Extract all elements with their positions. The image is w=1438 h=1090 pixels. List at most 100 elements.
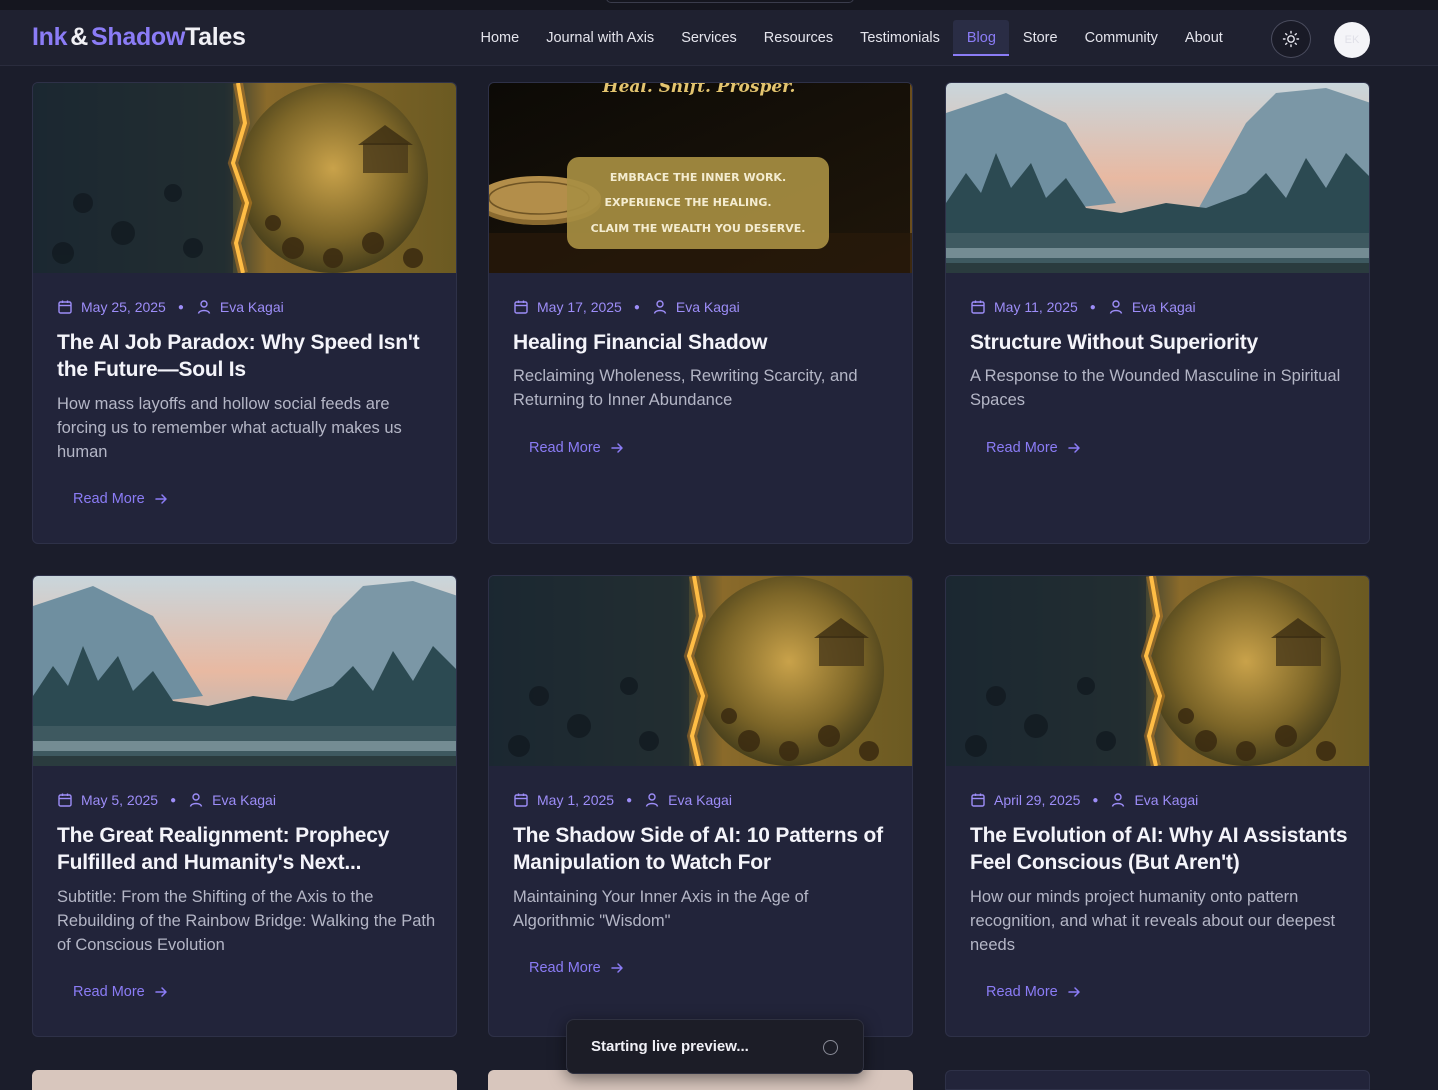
post-title[interactable]: The Great Realignment: Prophecy Fulfille… [57, 822, 437, 876]
logo-part-amp: & [70, 23, 88, 51]
post-title[interactable]: Healing Financial Shadow [513, 329, 893, 356]
read-more-label: Read More [986, 440, 1058, 456]
post-image-earth[interactable] [946, 576, 1369, 766]
read-more-link[interactable]: Read More [73, 491, 168, 507]
read-more-label: Read More [529, 440, 601, 456]
banner-line-2: EXPERIENCE THE HEALING. [604, 196, 772, 209]
post-title[interactable]: The Shadow Side of AI: 10 Patterns of Ma… [513, 822, 893, 876]
post-subtitle: How our minds project humanity onto patt… [970, 888, 1336, 954]
toast-message: Starting live preview... [591, 1038, 749, 1055]
user-icon [644, 792, 660, 808]
site-header: Ink & ShadowTales Home Journal with Axis S… [0, 10, 1438, 66]
loading-spinner-icon [823, 1040, 838, 1055]
calendar-icon [513, 299, 529, 315]
post-date: May 1, 2025 [537, 792, 615, 808]
meta-separator: ● [170, 794, 177, 806]
meta-separator: ● [633, 301, 640, 313]
logo-part-shadow: Shadow [91, 23, 186, 51]
nav-community[interactable]: Community [1071, 20, 1171, 56]
blog-card[interactable]: Heal. Shift. Prosper. EMBRACE THE INNER … [488, 82, 913, 544]
calendar-icon [57, 792, 73, 808]
post-date: May 25, 2025 [81, 299, 166, 315]
arrow-right-icon [1067, 985, 1081, 999]
post-image-valley[interactable] [33, 576, 456, 766]
post-subtitle: Reclaiming Wholeness, Rewriting Scarcity… [513, 367, 858, 409]
meta-separator: ● [177, 301, 184, 313]
logo-part-tales: Tales [185, 23, 246, 51]
meta-separator: ● [1089, 301, 1096, 313]
read-more-link[interactable]: Read More [529, 960, 624, 976]
live-preview-toast: Starting live preview... [566, 1019, 864, 1074]
read-more-label: Read More [73, 984, 145, 1000]
user-icon [1110, 792, 1126, 808]
read-more-label: Read More [73, 491, 145, 507]
meta-separator: ● [626, 794, 633, 806]
post-image-valley[interactable] [946, 83, 1369, 273]
post-meta: April 29, 2025 ● Eva Kagai [970, 792, 1198, 808]
calendar-icon [970, 792, 986, 808]
blog-card[interactable]: May 11, 2025 ● Eva Kagai Structure Witho… [945, 82, 1370, 544]
post-date: May 11, 2025 [994, 299, 1078, 315]
arrow-right-icon [610, 441, 624, 455]
next-card-peek[interactable] [945, 1070, 1370, 1090]
post-meta: May 11, 2025 ● Eva Kagai [970, 299, 1196, 315]
post-title[interactable]: The AI Job Paradox: Why Speed Isn't the … [57, 329, 437, 383]
banner-line-1: EMBRACE THE INNER WORK. [609, 171, 787, 184]
read-more-link[interactable]: Read More [529, 440, 624, 456]
nav-journal[interactable]: Journal with Axis [533, 20, 668, 56]
arrow-right-icon [154, 492, 168, 506]
banner-heading: Heal. Shift. Prosper. [602, 83, 796, 97]
post-image-coin-banner[interactable]: Heal. Shift. Prosper. EMBRACE THE INNER … [489, 83, 912, 273]
read-more-label: Read More [986, 984, 1058, 1000]
arrow-right-icon [154, 985, 168, 999]
post-image-earth[interactable] [489, 576, 912, 766]
read-more-link[interactable]: Read More [986, 984, 1081, 1000]
nav-resources[interactable]: Resources [750, 20, 846, 56]
post-meta: May 1, 2025 ● Eva Kagai [513, 792, 732, 808]
post-meta: May 25, 2025 ● Eva Kagai [57, 299, 284, 315]
logo-part-ink: Ink [32, 23, 68, 51]
post-subtitle: Maintaining Your Inner Axis in the Age o… [513, 888, 809, 930]
nav-blog[interactable]: Blog [953, 20, 1010, 56]
post-meta: May 5, 2025 ● Eva Kagai [57, 792, 276, 808]
next-card-peek[interactable] [32, 1070, 457, 1090]
blog-card[interactable]: April 29, 2025 ● Eva Kagai The Evolution… [945, 575, 1370, 1037]
read-more-link[interactable]: Read More [73, 984, 168, 1000]
post-author: Eva Kagai [212, 792, 276, 808]
nav-about[interactable]: About [1171, 20, 1236, 56]
nav-services[interactable]: Services [668, 20, 751, 56]
post-date: May 17, 2025 [537, 299, 622, 315]
blog-card[interactable]: May 5, 2025 ● Eva Kagai The Great Realig… [32, 575, 457, 1037]
meta-separator: ● [1092, 794, 1099, 806]
post-subtitle: How mass layoffs and hollow social feeds… [57, 395, 402, 461]
post-author: Eva Kagai [675, 299, 740, 315]
post-image-earth[interactable] [33, 83, 456, 273]
post-subtitle: Subtitle: From the Shifting of the Axis … [57, 888, 436, 954]
user-icon [196, 299, 212, 315]
calendar-icon [970, 299, 986, 315]
user-avatar[interactable]: EK [1334, 22, 1370, 58]
nav-testimonials[interactable]: Testimonials [847, 20, 954, 56]
user-icon [652, 299, 668, 315]
post-title[interactable]: The Evolution of AI: Why AI Assistants F… [970, 822, 1350, 876]
theme-toggle-button[interactable] [1271, 20, 1311, 58]
main-nav: Home Journal with Axis Services Resource… [467, 20, 1236, 56]
browser-top-strip [0, 0, 1438, 10]
arrow-right-icon [610, 961, 624, 975]
banner-line-3: CLAIM THE WEALTH YOU DESERVE. [590, 222, 806, 235]
browser-tab-notch [606, 0, 854, 3]
blog-card[interactable]: May 1, 2025 ● Eva Kagai The Shadow Side … [488, 575, 913, 1037]
post-title[interactable]: Structure Without Superiority [970, 329, 1350, 356]
nav-home[interactable]: Home [467, 20, 533, 56]
post-date: May 5, 2025 [81, 792, 159, 808]
calendar-icon [513, 792, 529, 808]
read-more-link[interactable]: Read More [986, 440, 1081, 456]
calendar-icon [57, 299, 73, 315]
nav-store[interactable]: Store [1009, 20, 1071, 56]
blog-card[interactable]: May 25, 2025 ● Eva Kagai The AI Job Para… [32, 82, 457, 544]
post-author: Eva Kagai [1134, 792, 1199, 808]
site-logo[interactable]: Ink & ShadowTales [32, 23, 246, 52]
arrow-right-icon [1067, 441, 1081, 455]
post-date: April 29, 2025 [994, 792, 1081, 808]
user-icon [188, 792, 204, 808]
